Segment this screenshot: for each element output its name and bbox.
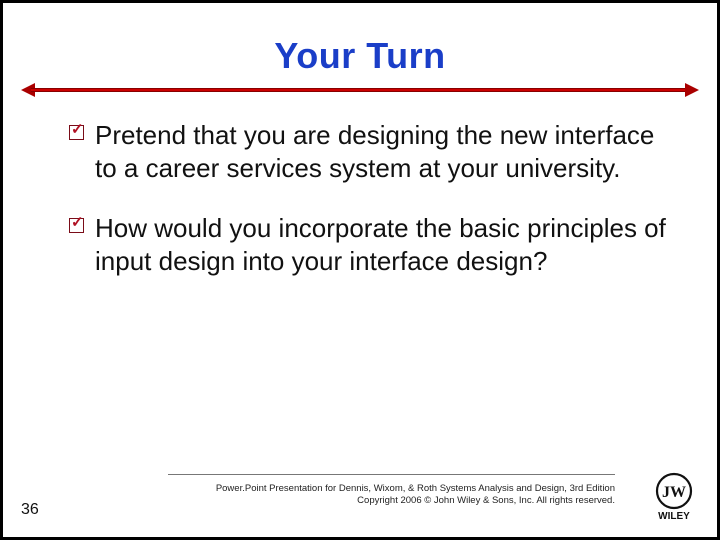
slide: Your Turn ✓ Pretend that you are designi…: [3, 3, 717, 537]
bullet-text: Pretend that you are designing the new i…: [95, 120, 654, 183]
svg-text:JW: JW: [662, 484, 686, 501]
footer-credits: Power.Point Presentation for Dennis, Wix…: [168, 483, 615, 507]
wiley-logo-icon: JW WILEY: [647, 469, 701, 523]
credit-line: Copyright 2006 © John Wiley & Sons, Inc.…: [168, 495, 615, 507]
slide-title: Your Turn: [3, 35, 717, 77]
page-number: 36: [21, 501, 39, 519]
arrow-right-icon: [685, 83, 699, 97]
divider-line: [31, 88, 689, 92]
logo-text: WILEY: [658, 511, 690, 522]
checkbox-icon: ✓: [69, 125, 84, 140]
bullet-list: ✓ Pretend that you are designing the new…: [73, 119, 669, 278]
credit-line: Power.Point Presentation for Dennis, Wix…: [168, 483, 615, 495]
checkbox-icon: ✓: [69, 218, 84, 233]
list-item: ✓ How would you incorporate the basic pr…: [73, 212, 669, 279]
bullet-text: How would you incorporate the basic prin…: [95, 213, 666, 276]
footer-divider: [168, 474, 615, 475]
list-item: ✓ Pretend that you are designing the new…: [73, 119, 669, 186]
title-divider: [25, 83, 695, 97]
